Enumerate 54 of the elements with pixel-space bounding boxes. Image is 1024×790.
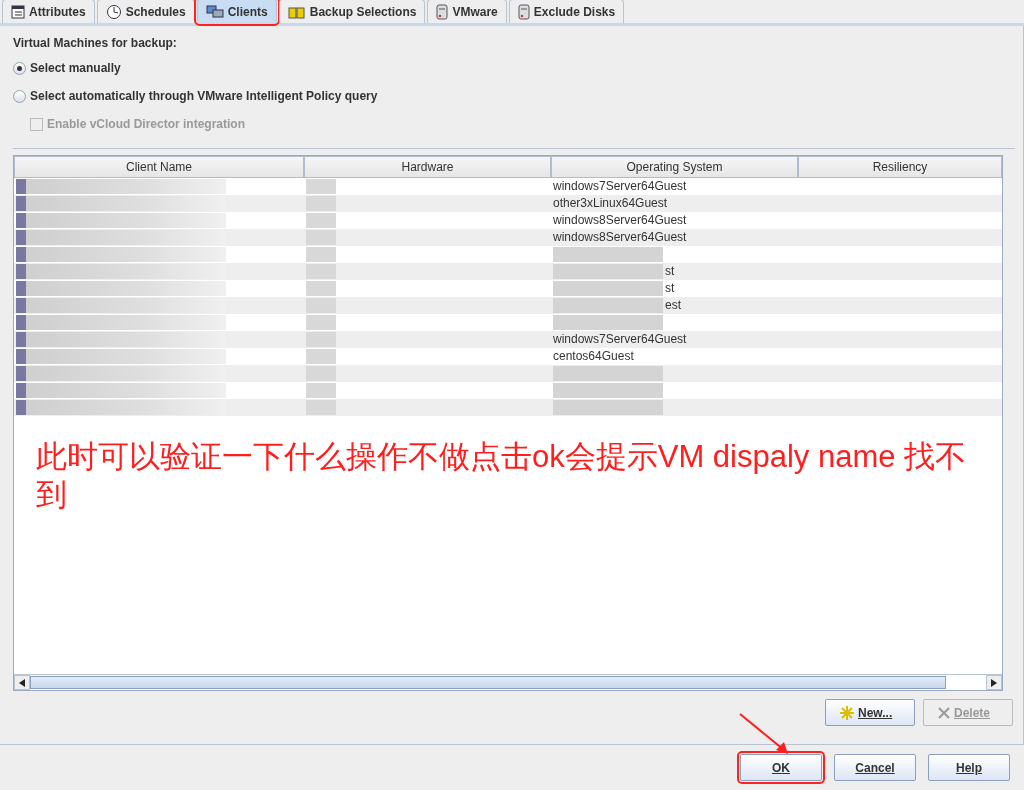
folders-icon bbox=[287, 4, 306, 19]
redacted-text bbox=[306, 366, 336, 381]
column-header[interactable]: Operating System bbox=[551, 156, 798, 178]
redacted-text bbox=[306, 383, 336, 398]
table-cell: centos64Guest bbox=[553, 348, 634, 365]
column-header[interactable]: Client Name bbox=[14, 156, 304, 178]
clock-icon bbox=[105, 3, 122, 20]
redacted-text bbox=[306, 247, 336, 262]
column-header[interactable]: Resiliency bbox=[798, 156, 1002, 178]
redacted-text bbox=[306, 213, 336, 228]
annotation-text: 此时可以验证一下什么操作不做点击ok会提示VM dispaly name 找不到 bbox=[35, 438, 968, 514]
tab[interactable]: Schedules bbox=[96, 0, 195, 23]
table-cell: windows8Server64Guest bbox=[553, 212, 687, 229]
table-cell: other3xLinux64Guest bbox=[553, 195, 668, 212]
redacted-text bbox=[306, 332, 336, 347]
computers-icon bbox=[205, 4, 224, 19]
redacted-text bbox=[306, 349, 336, 364]
table-cell: st bbox=[665, 263, 675, 280]
sparkle-icon bbox=[840, 705, 854, 720]
option-label[interactable]: Select automatically through VMware Intelligent Policy query bbox=[30, 87, 378, 105]
dialog-button[interactable]: Cancel bbox=[834, 754, 916, 781]
redacted-text bbox=[306, 298, 336, 313]
column-header[interactable]: Hardware bbox=[304, 156, 551, 178]
tab[interactable]: Attributes bbox=[2, 0, 95, 23]
tab[interactable]: Exclude Disks bbox=[508, 0, 625, 23]
left-arrow-icon[interactable] bbox=[19, 678, 25, 687]
table-cell: windows7Server64Guest bbox=[553, 331, 687, 348]
redacted-text bbox=[306, 315, 336, 330]
redacted-text bbox=[306, 264, 336, 279]
section-label: Virtual Machines for backup: bbox=[13, 35, 178, 52]
table-cell: windows8Server64Guest bbox=[553, 229, 687, 246]
right-arrow-icon[interactable] bbox=[991, 678, 997, 687]
table-cell: est bbox=[665, 297, 681, 314]
server-icon bbox=[436, 3, 449, 20]
radio-button[interactable] bbox=[13, 61, 26, 75]
redacted-text bbox=[306, 400, 336, 415]
server-icon bbox=[517, 3, 530, 20]
table-cell: st bbox=[665, 280, 675, 297]
tab[interactable]: VMware bbox=[427, 0, 507, 23]
x-icon bbox=[938, 706, 950, 719]
radio-button[interactable] bbox=[13, 89, 26, 103]
dialog-button[interactable]: OK bbox=[740, 754, 822, 781]
dialog-button[interactable]: Help bbox=[928, 754, 1010, 781]
redacted-text bbox=[306, 230, 336, 245]
tab[interactable]: Backup Selections bbox=[278, 0, 426, 23]
redacted-text bbox=[306, 281, 336, 296]
option-label[interactable]: Select manually bbox=[30, 59, 121, 77]
tab[interactable]: Clients bbox=[196, 0, 277, 23]
horizontal-scrollbar[interactable] bbox=[14, 674, 1002, 690]
table-button[interactable]: New... bbox=[825, 699, 915, 726]
redacted-text bbox=[306, 179, 336, 194]
table-cell: windows7Server64Guest bbox=[553, 178, 687, 195]
redacted-text bbox=[306, 196, 336, 211]
list-icon bbox=[11, 4, 25, 19]
